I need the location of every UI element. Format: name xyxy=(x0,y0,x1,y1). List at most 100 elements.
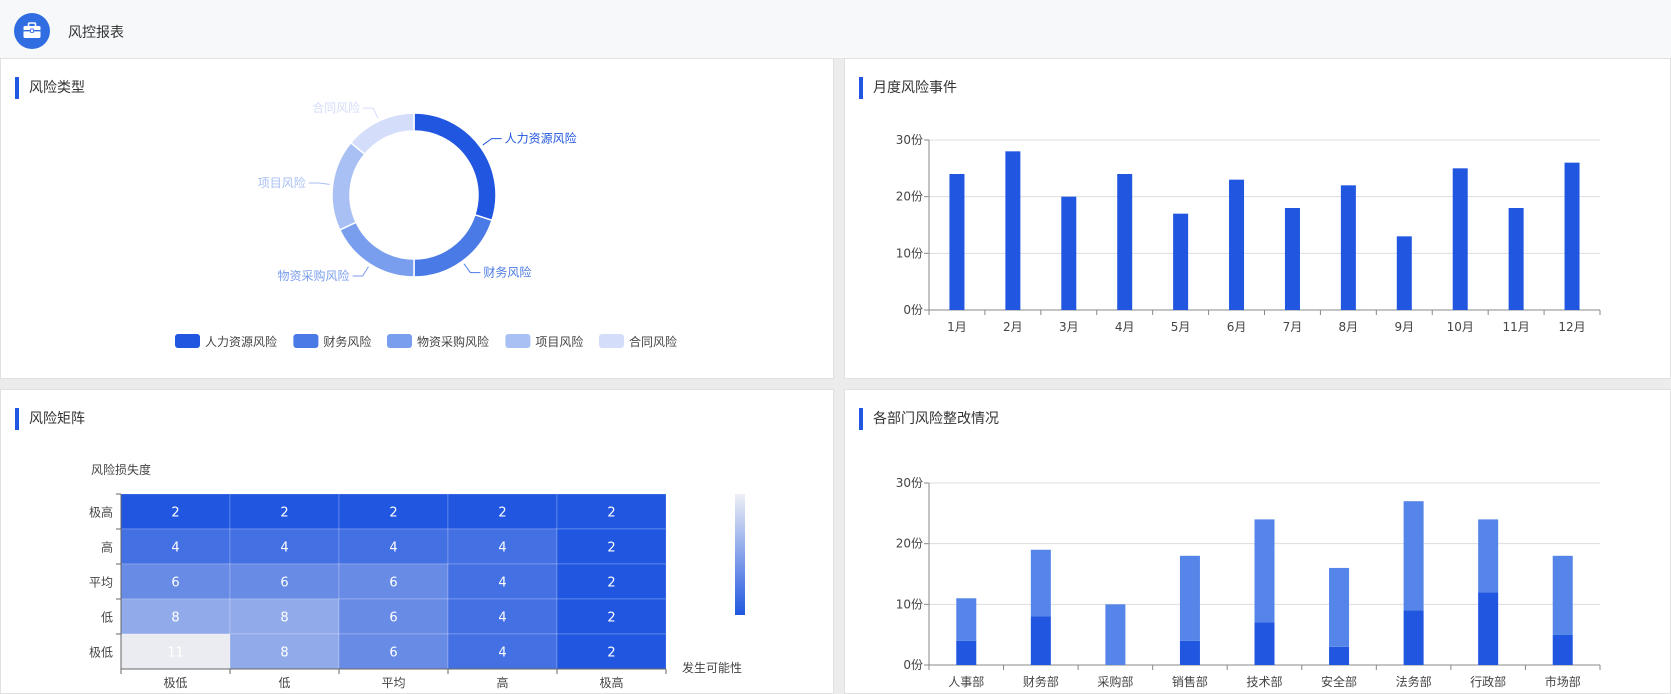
x-tick-label: 3月 xyxy=(1059,320,1079,334)
x-tick-label: 11月 xyxy=(1502,320,1529,334)
x-tick-label: 低 xyxy=(278,676,290,690)
stacked-bar-segment xyxy=(1552,555,1573,635)
bar xyxy=(949,174,965,310)
app-header: 风控报表 xyxy=(0,0,1671,59)
stacked-bar-segment xyxy=(1329,646,1350,665)
cell-label: 2 xyxy=(389,506,397,521)
department-rectification-chart: 0份 10份 20份 30份人事部 财务部 采购部 销售部 技术部 安全部 法务部 行政部 市场部 xyxy=(896,476,1601,689)
legend-swatch xyxy=(505,334,531,348)
slice-label: 合同风险 xyxy=(312,100,360,115)
slice-label: 财务风险 xyxy=(483,265,531,280)
bar xyxy=(1117,174,1133,310)
slice-label: 人力资源风险 xyxy=(505,131,577,146)
x-tick-label: 技术部 xyxy=(1246,674,1282,689)
x-tick-label: 7月 xyxy=(1283,320,1303,334)
bar xyxy=(1340,185,1356,310)
briefcase-icon[interactable] xyxy=(14,13,50,49)
legend-swatch xyxy=(293,334,319,348)
legend-label: 人力资源风险 xyxy=(205,334,277,349)
bar xyxy=(1061,196,1077,310)
donut-slice xyxy=(413,213,493,278)
bar xyxy=(1452,168,1468,310)
bar xyxy=(1229,179,1245,310)
x-tick-label: 平均 xyxy=(381,676,405,690)
x-tick-label: 销售部 xyxy=(1172,674,1208,689)
x-tick-label: 高 xyxy=(496,675,508,690)
label-leader-line xyxy=(308,182,330,185)
y-tick-label: 30份 xyxy=(896,476,923,490)
stacked-bar-segment xyxy=(1403,501,1424,611)
x-tick-label: 12月 xyxy=(1558,320,1585,334)
x-tick-label: 人事部 xyxy=(948,674,984,689)
cell-label: 2 xyxy=(171,506,179,521)
stacked-bar-segment xyxy=(1030,616,1051,665)
cell-label: 4 xyxy=(498,576,506,591)
cell-label: 2 xyxy=(607,646,615,661)
cell-label: 11 xyxy=(167,646,184,661)
cell-label: 4 xyxy=(498,541,506,556)
x-tick-label: 9月 xyxy=(1394,320,1414,334)
x-tick-label: 安全部 xyxy=(1321,674,1357,689)
cell-label: 2 xyxy=(280,506,288,521)
stacked-bar-segment xyxy=(1329,567,1350,647)
donut-slice xyxy=(413,112,497,222)
slice-label: 物资采购风险 xyxy=(278,268,350,283)
cell-label: 6 xyxy=(171,576,179,591)
x-tick-label: 法务部 xyxy=(1396,674,1432,689)
legend-label: 财务风险 xyxy=(323,334,371,349)
cell-label: 8 xyxy=(171,611,179,626)
stacked-bar-segment xyxy=(1254,519,1275,623)
cell-label: 8 xyxy=(280,611,288,626)
stacked-bar-segment xyxy=(1403,610,1424,665)
legend-swatch xyxy=(599,334,624,348)
risk-types-panel: 风险类型 人力资源风险 财务风险 物资采购风险 项目风险 合同风险 人力资源风险 财务风险物… xyxy=(0,58,834,379)
y-tick-label: 平均 xyxy=(89,576,113,590)
cell-label: 4 xyxy=(280,541,288,556)
stacked-bar-segment xyxy=(1105,604,1126,665)
x-tick-label: 极低 xyxy=(163,676,187,690)
y-tick-label: 低 xyxy=(101,611,113,625)
stacked-bar-segment xyxy=(1254,622,1275,665)
legend-swatch xyxy=(175,334,200,348)
legend-label: 合同风险 xyxy=(629,334,677,349)
y-tick-label: 10份 xyxy=(896,597,923,611)
risk-matrix-panel: 风险矩阵 风险损失度 2 2 2 2 2 极高 4 4 4 4 2 高 6 6 6 4 2 平均 8 8 6 4 2 低 11 8 6… xyxy=(0,389,834,694)
x-tick-label: 市场部 xyxy=(1545,674,1581,689)
x-tick-label: 6月 xyxy=(1227,320,1247,334)
visual-map-bar xyxy=(735,494,745,615)
x-tick-label: 采购部 xyxy=(1097,674,1133,689)
stacked-bar-segment xyxy=(1030,549,1051,617)
page-title: 风控报表 xyxy=(68,25,124,41)
x-tick-label: 10月 xyxy=(1447,320,1474,334)
y-axis-title: 风险损失度 xyxy=(91,462,151,477)
cell-label: 6 xyxy=(280,576,288,591)
stacked-bar-segment xyxy=(1179,640,1200,665)
bar xyxy=(1508,208,1524,310)
bar xyxy=(1284,208,1300,310)
cell-label: 2 xyxy=(607,541,615,556)
cell-label: 4 xyxy=(389,541,397,556)
y-tick-label: 极高 xyxy=(89,505,113,520)
cell-label: 6 xyxy=(389,646,397,661)
y-tick-label: 20份 xyxy=(896,537,923,551)
label-leader-line xyxy=(363,107,379,119)
bar xyxy=(1564,162,1580,310)
donut-slice xyxy=(349,112,415,156)
label-leader-line xyxy=(482,138,502,146)
label-leader-line xyxy=(352,266,369,277)
monthly-events-panel: 月度风险事件 0份 10份 20份 30份 1月 2月 3月 4月 5月 6月 7月 8月 9月 10月 1… xyxy=(844,58,1671,379)
stacked-bar-segment xyxy=(1179,555,1200,641)
cell-label: 4 xyxy=(171,541,179,556)
y-tick-label: 极低 xyxy=(89,646,113,660)
monthly-events-chart: 0份 10份 20份 30份 1月 2月 3月 4月 5月 6月 7月 8月 9月 10月 11月 12月 xyxy=(896,133,1601,334)
x-tick-label: 财务部 xyxy=(1023,674,1059,689)
cell-label: 2 xyxy=(498,506,506,521)
y-tick-label: 高 xyxy=(101,540,113,555)
stacked-bar-segment xyxy=(1552,634,1573,665)
department-panel: 各部门风险整改情况 0份 10份 20份 30份 人事部 财务部 采购部 销售部 技术部 安全部法… xyxy=(844,389,1671,694)
cell-label: 4 xyxy=(498,646,506,661)
x-tick-label: 1月 xyxy=(947,320,967,334)
cell-label: 2 xyxy=(607,506,615,521)
donut-slice xyxy=(338,221,415,278)
bar xyxy=(1173,213,1189,310)
